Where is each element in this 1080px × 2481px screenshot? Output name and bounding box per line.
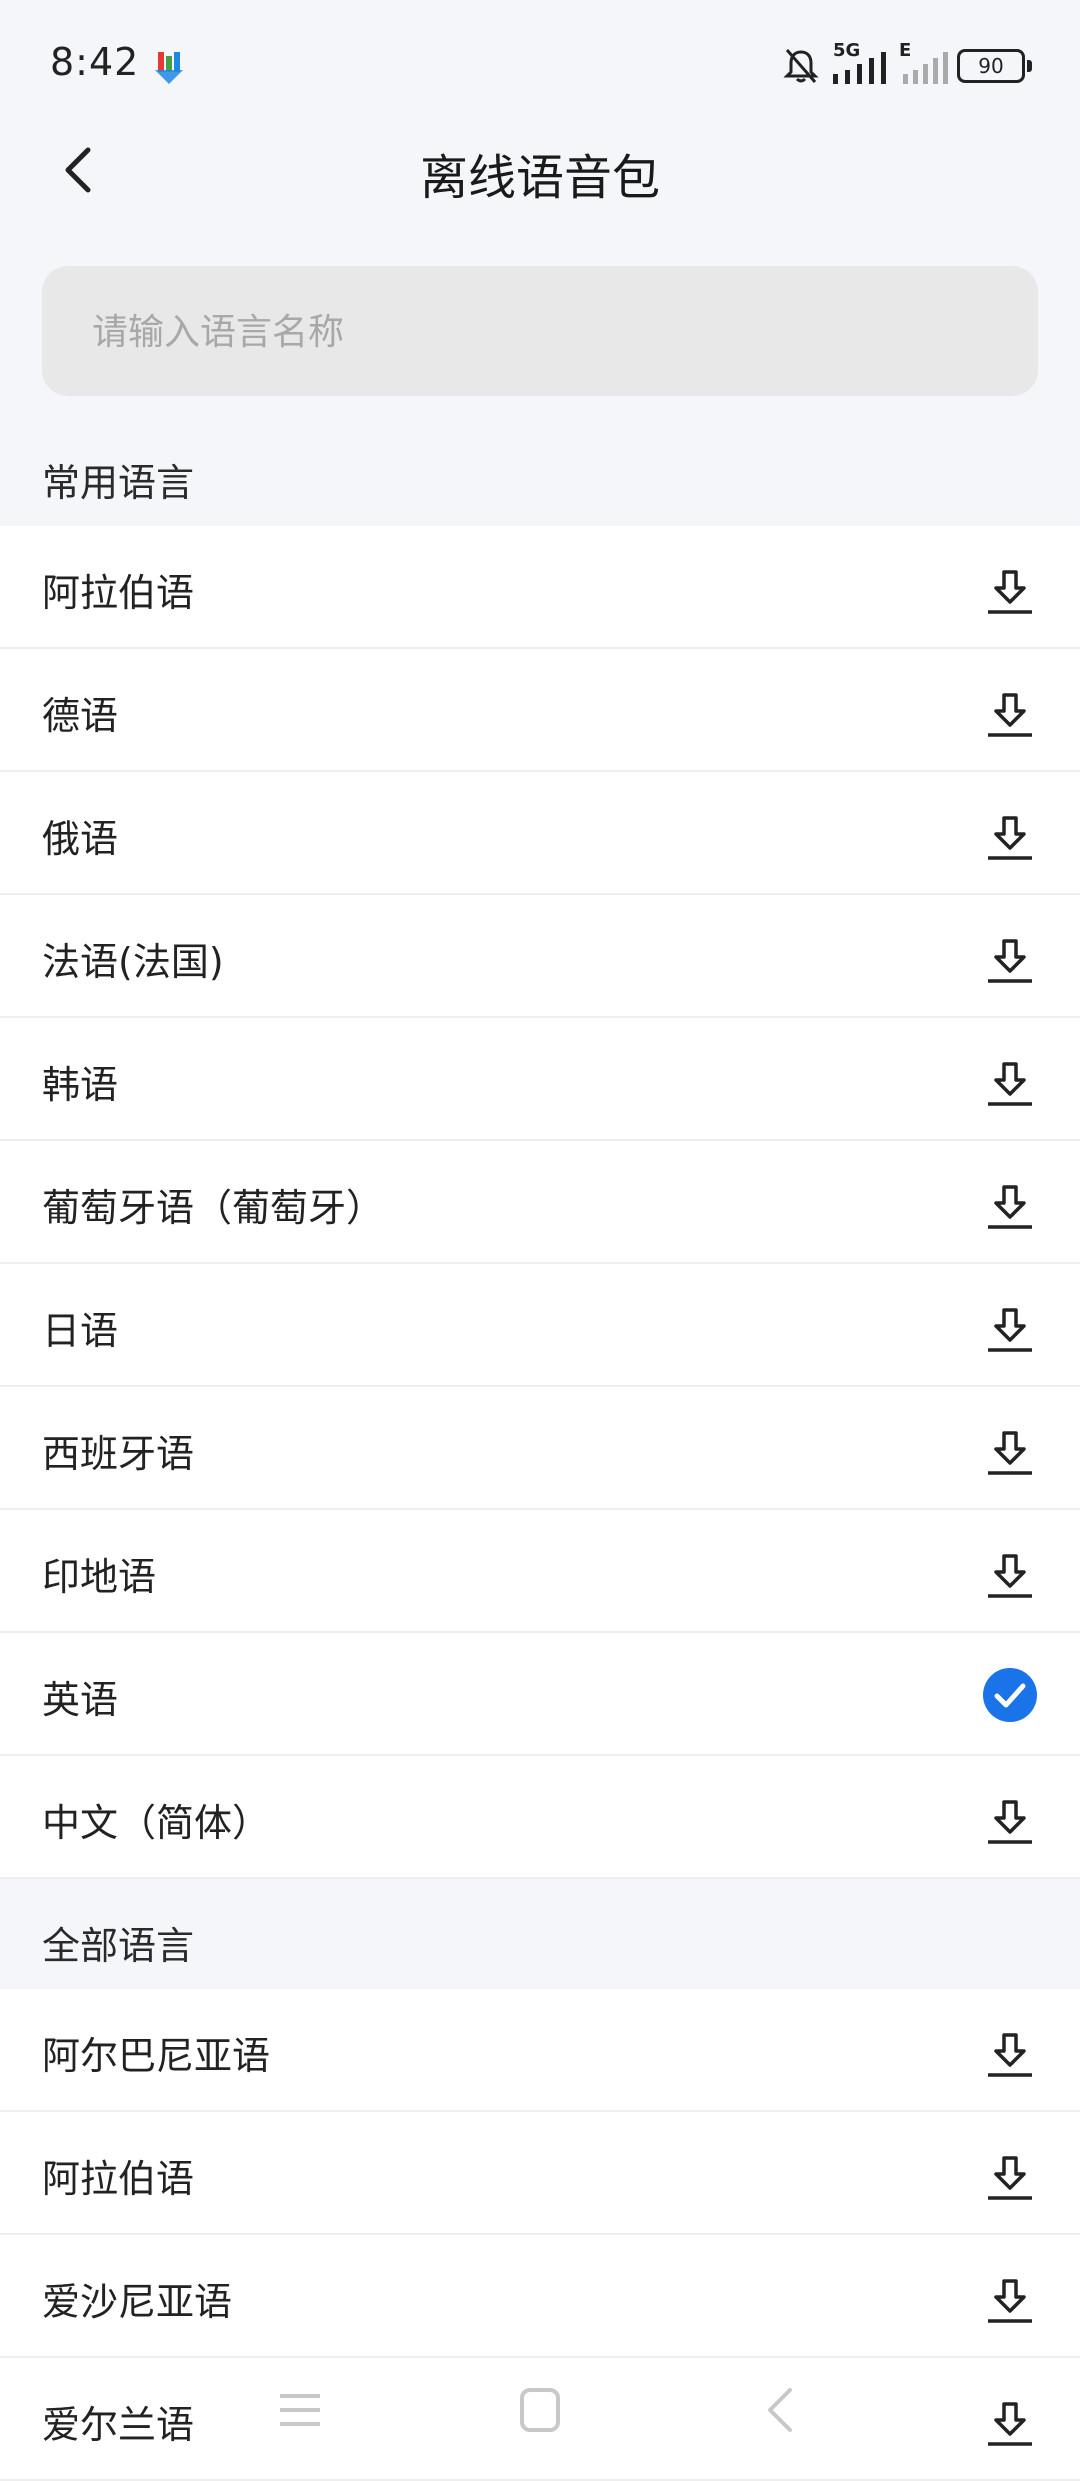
list-item[interactable]: 韩语 (0, 1018, 1080, 1141)
battery-indicator: 90 (957, 49, 1032, 83)
language-label: 爱沙尼亚语 (42, 2280, 233, 2324)
signal-strength-2-icon (903, 52, 948, 84)
download-icon[interactable] (984, 691, 1036, 739)
list-item[interactable]: 西班牙语 (0, 1387, 1080, 1510)
status-time: 8:42 (50, 40, 140, 84)
language-label: 葡萄牙语（葡萄牙） (42, 1186, 385, 1230)
list-item[interactable]: 阿拉伯语 (0, 526, 1080, 649)
list-item[interactable]: 葡萄牙语（葡萄牙） (0, 1141, 1080, 1264)
list-item[interactable]: 英语 (0, 1633, 1080, 1756)
language-label: 德语 (42, 694, 119, 738)
home-icon[interactable] (510, 2380, 570, 2440)
language-label: 阿尔巴尼亚语 (42, 2034, 271, 2078)
download-icon[interactable] (984, 2154, 1036, 2202)
section-title: 全部语言 (42, 1924, 195, 1968)
back-icon[interactable] (750, 2380, 810, 2440)
list-item[interactable]: 印地语 (0, 1510, 1080, 1633)
download-icon[interactable] (984, 814, 1036, 862)
mute-bell-icon (783, 49, 819, 83)
language-label: 英语 (42, 1678, 119, 1722)
app-header: 离线语音包 (0, 120, 1080, 220)
list-item[interactable]: 阿拉伯语 (0, 2112, 1080, 2235)
signal-e: E (899, 40, 949, 88)
download-icon[interactable] (984, 2031, 1036, 2079)
language-label: 中文（简体） (42, 1801, 271, 1845)
system-nav-bar (0, 2360, 1080, 2460)
language-label: 法语(法国) (42, 940, 224, 984)
menu-icon[interactable] (270, 2380, 330, 2440)
section-title: 常用语言 (42, 461, 195, 505)
download-icon[interactable] (984, 1183, 1036, 1231)
download-icon[interactable] (984, 568, 1036, 616)
status-bar: 8:42 5G E 90 (0, 0, 1080, 130)
list-item[interactable]: 俄语 (0, 772, 1080, 895)
list-item[interactable]: 爱沙尼亚语 (0, 2235, 1080, 2358)
common-language-list: 阿拉伯语 德语 俄语 法语(法国) 韩语 葡萄牙语（葡萄牙） 日语 西班牙语 印… (0, 526, 1080, 1879)
list-item[interactable]: 阿尔巴尼亚语 (0, 1989, 1080, 2112)
language-label: 西班牙语 (42, 1432, 195, 1476)
download-icon[interactable] (984, 1798, 1036, 1846)
signal-5g: 5G (829, 40, 891, 88)
list-item[interactable]: 日语 (0, 1264, 1080, 1387)
language-label: 俄语 (42, 817, 119, 861)
download-notification-icon (155, 52, 183, 84)
download-icon[interactable] (984, 937, 1036, 985)
download-icon[interactable] (984, 1060, 1036, 1108)
battery-tip (1027, 60, 1032, 72)
language-label: 阿拉伯语 (42, 571, 195, 615)
status-icons: 5G E 90 (781, 40, 1032, 88)
list-item[interactable]: 德语 (0, 649, 1080, 772)
language-label: 韩语 (42, 1063, 119, 1107)
section-header-all: 全部语言 (0, 1889, 1080, 1989)
list-item[interactable]: 中文（简体） (0, 1756, 1080, 1879)
language-label: 阿拉伯语 (42, 2157, 195, 2201)
list-item[interactable]: 法语(法国) (0, 895, 1080, 1018)
download-icon[interactable] (984, 2277, 1036, 2325)
battery-level: 90 (957, 49, 1025, 83)
signal-strength-icon (833, 52, 886, 84)
download-icon[interactable] (984, 1552, 1036, 1600)
check-circle-icon (983, 1668, 1037, 1722)
language-label: 印地语 (42, 1555, 157, 1599)
search-box (42, 266, 1038, 398)
download-icon[interactable] (984, 1306, 1036, 1354)
section-header-common: 常用语言 (0, 426, 1080, 526)
language-label: 日语 (42, 1309, 119, 1353)
download-icon[interactable] (984, 1429, 1036, 1477)
page-title: 离线语音包 (419, 150, 660, 206)
search-input[interactable] (90, 266, 994, 398)
